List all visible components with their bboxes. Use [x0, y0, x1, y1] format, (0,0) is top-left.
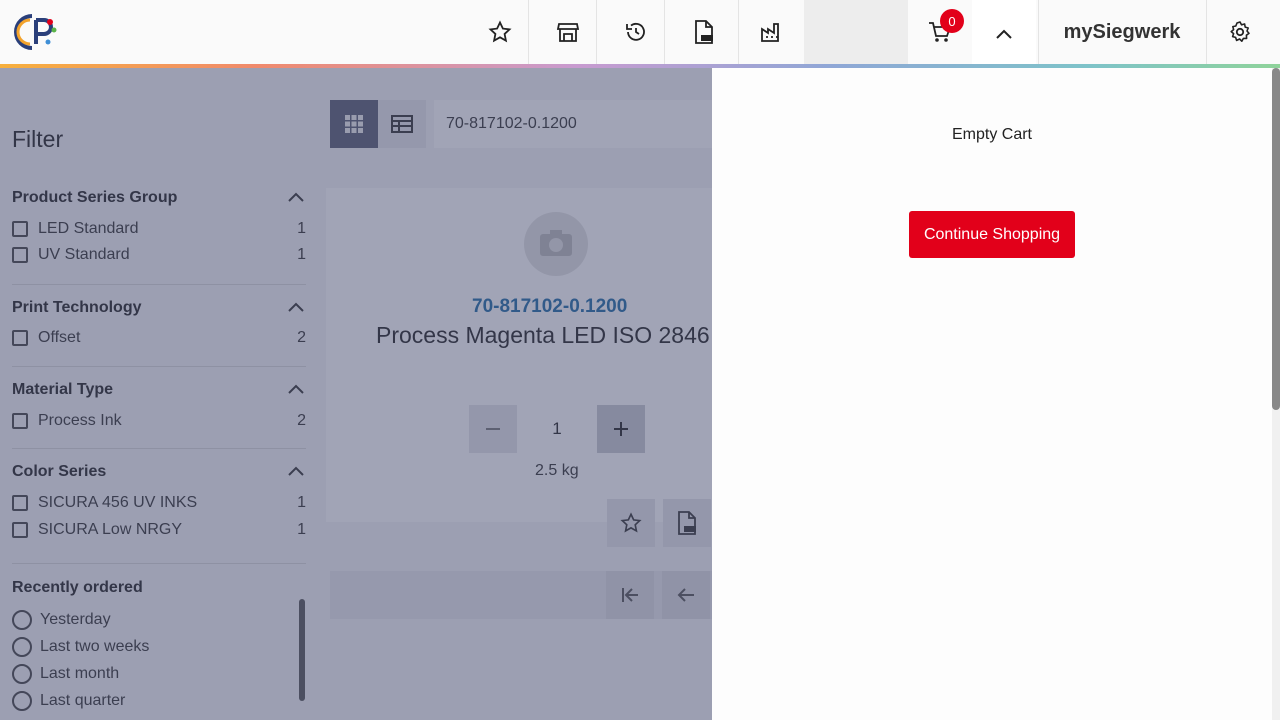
header-divider	[738, 0, 739, 64]
favorites-button[interactable]	[472, 0, 528, 64]
store-icon	[556, 23, 580, 42]
cart-collapse-button[interactable]	[972, 0, 1036, 68]
shop-button[interactable]	[540, 0, 596, 64]
plants-button[interactable]	[744, 0, 800, 64]
empty-cart-message: Empty Cart	[951, 126, 1032, 143]
cart-count-badge: 0	[940, 9, 964, 33]
modal-backdrop[interactable]	[0, 68, 712, 720]
cart-panel: Empty Cart Continue Shopping	[712, 68, 1272, 720]
star-icon	[488, 20, 512, 43]
gear-icon	[1230, 21, 1250, 42]
settings-button[interactable]	[1212, 0, 1268, 64]
header-divider	[664, 0, 665, 64]
logo-icon	[14, 14, 57, 50]
header-divider	[528, 0, 529, 64]
factory-icon	[761, 23, 779, 42]
page-scrollbar-thumb[interactable]	[1272, 68, 1280, 410]
pdf-icon	[695, 20, 713, 44]
header-empty-slot	[804, 0, 908, 64]
chevron-up-icon	[996, 29, 1012, 39]
header-divider	[596, 0, 597, 64]
order-history-button[interactable]	[608, 0, 664, 64]
brand-account-link[interactable]: mySiegwerk	[1040, 0, 1204, 64]
documents-button[interactable]	[676, 0, 732, 64]
header-divider	[1206, 0, 1207, 64]
cart-button[interactable]	[912, 0, 968, 64]
history-icon	[626, 22, 645, 41]
header-divider	[1038, 0, 1039, 64]
app-logo[interactable]	[10, 12, 62, 52]
continue-shopping-button[interactable]: Continue Shopping	[909, 211, 1075, 258]
top-header: 0 mySiegwerk	[0, 0, 1280, 68]
